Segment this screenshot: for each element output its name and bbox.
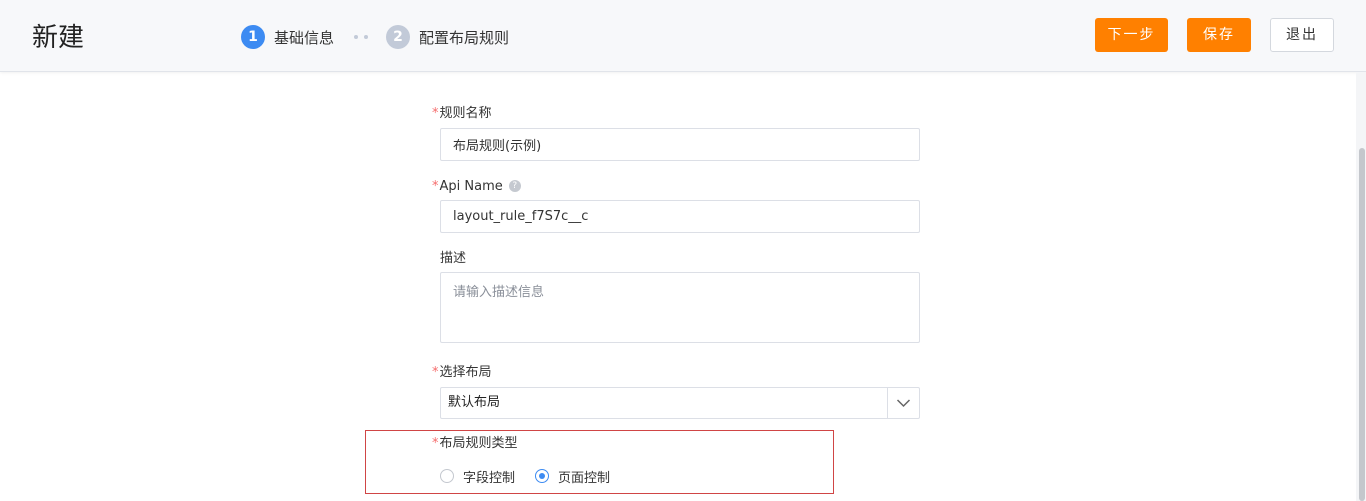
step-layout-rules[interactable]: 2 配置布局规则 [386,25,509,49]
api-name-input[interactable] [440,200,920,233]
rule-type-label: *布局规则类型 [432,436,518,451]
required-mark: * [432,179,439,194]
save-button[interactable]: 保存 [1187,18,1251,52]
step-basic-info[interactable]: 1 基础信息 [241,25,334,49]
api-name-label: *Api Name? [432,178,521,196]
layout-select-value: 默认布局 [448,395,501,410]
radio-page-control[interactable]: 页面控制 [535,466,610,486]
step-label-2: 配置布局规则 [419,28,510,47]
required-mark: * [432,106,439,121]
required-mark: * [432,365,439,380]
page-title: 新建 [32,23,85,53]
page-header: 新建 1 基础信息 2 配置布局规则 下一步 保存 退出 [0,0,1366,72]
radio-field-control[interactable]: 字段控制 [440,466,515,486]
rule-name-label: *规则名称 [432,106,492,121]
step-connector [354,30,372,44]
radio-button-unchecked[interactable] [440,469,454,483]
description-label: 描述 [440,251,467,266]
next-step-button[interactable]: 下一步 [1095,18,1168,52]
rule-name-input[interactable] [440,128,920,161]
required-mark: * [432,436,439,451]
layout-select[interactable]: 默认布局 [440,387,920,419]
select-dropdown-toggle[interactable] [887,388,919,418]
step-number-1: 1 [241,25,265,49]
step-number-2: 2 [386,25,410,49]
radio-label: 页面控制 [558,470,611,486]
scrollbar-thumb[interactable] [1359,148,1365,501]
description-textarea[interactable] [440,272,920,343]
chevron-down-icon [896,399,911,408]
layout-select-label: *选择布局 [432,365,492,380]
radio-label: 字段控制 [463,470,516,486]
radio-button-checked[interactable] [535,469,549,483]
question-icon[interactable]: ? [508,179,521,192]
exit-button[interactable]: 退出 [1270,18,1334,52]
step-label-1: 基础信息 [274,28,335,47]
